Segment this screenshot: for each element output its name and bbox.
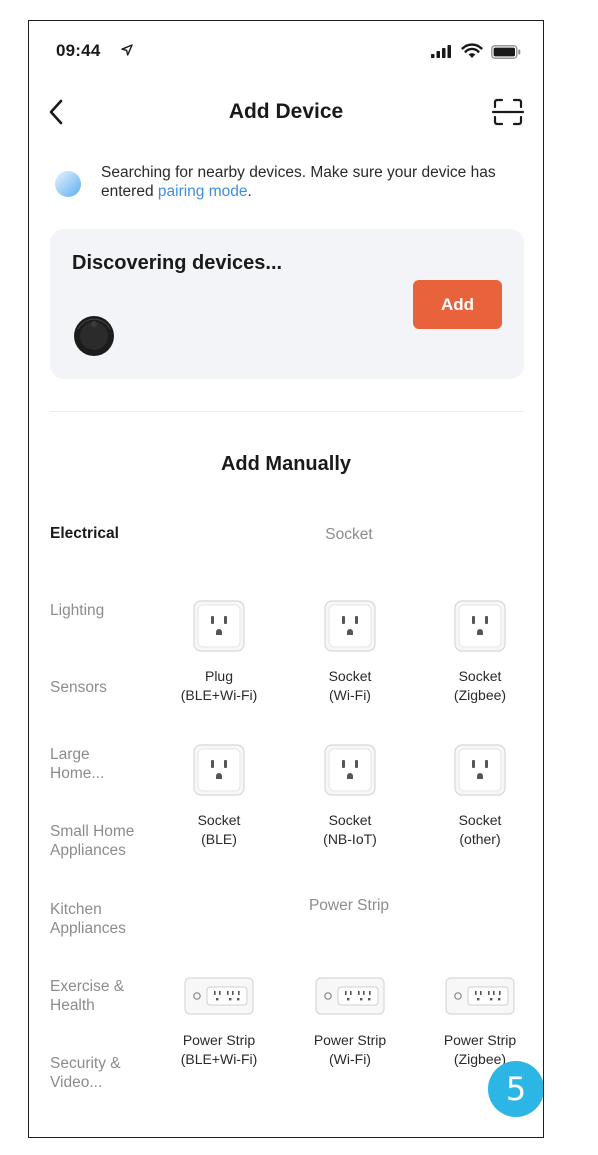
group-title-power-strip: Power Strip (308, 897, 390, 914)
power-strip-icon (315, 977, 385, 1015)
category-kitchen-appliances[interactable]: Kitchen Appliances (50, 900, 145, 938)
device-label-line2: (Wi-Fi) (329, 1051, 371, 1067)
device-power-strip-zigbee[interactable]: Power Strip (Zigbee) (420, 975, 540, 1069)
device-label-line1: Socket (458, 668, 502, 684)
device-socket-ble[interactable]: Socket (BLE) (159, 743, 279, 849)
device-socket-wifi[interactable]: Socket (Wi-Fi) (290, 599, 410, 705)
step-number-badge: 5 (488, 1061, 543, 1117)
device-label-line1: Socket (328, 668, 372, 684)
device-socket-other[interactable]: Socket (other) (420, 743, 540, 849)
location-arrow-icon (121, 44, 133, 56)
device-label-line1: Power Strip (443, 1032, 517, 1048)
discovering-card: Discovering devices... Add (50, 229, 524, 379)
device-plug-ble-wifi[interactable]: Plug (BLE+Wi-Fi) (159, 599, 279, 705)
device-label-line1: Power Strip (313, 1032, 387, 1048)
group-title-socket: Socket (325, 526, 373, 543)
category-small-home-appliances[interactable]: Small Home Appliances (50, 822, 160, 860)
device-label-line2: (Zigbee) (453, 687, 507, 703)
device-label-line2: (BLE) (201, 831, 237, 847)
device-label-line2: (other) (459, 831, 501, 847)
robot-vacuum-icon (74, 316, 114, 356)
socket-icon (193, 744, 245, 796)
device-label-line2: (Zigbee) (453, 1051, 507, 1067)
power-strip-icon (445, 977, 515, 1015)
device-label-line2: (Wi-Fi) (329, 687, 371, 703)
device-label-line1: Power Strip (182, 1032, 256, 1048)
category-electrical[interactable]: Electrical (50, 524, 160, 543)
device-power-strip-wifi[interactable]: Power Strip (Wi-Fi) (290, 975, 410, 1069)
device-label-line2: (NB-IoT) (323, 831, 377, 847)
device-socket-nb-iot[interactable]: Socket (NB-IoT) (290, 743, 410, 849)
device-label-line2: (BLE+Wi-Fi) (180, 1051, 258, 1067)
wifi-icon (461, 43, 483, 58)
socket-icon (193, 600, 245, 652)
category-exercise-health[interactable]: Exercise & Health (50, 977, 130, 1015)
phone-screen: 09:44 Add Device Searching for nearby de… (28, 20, 544, 1138)
device-label-line1: Socket (328, 812, 372, 828)
page-title: Add Device (228, 100, 344, 123)
device-label-line1: Socket (458, 812, 502, 828)
cellular-signal-icon (431, 45, 451, 58)
discovering-title: Discovering devices... (72, 252, 283, 274)
add-manually-title: Add Manually (220, 453, 351, 475)
power-strip-icon (184, 977, 254, 1015)
status-bar: 09:44 (29, 21, 543, 81)
notice-period: . (247, 183, 252, 200)
searching-notice: Searching for nearby devices. Make sure … (101, 163, 521, 201)
section-divider (50, 411, 524, 412)
socket-icon (454, 600, 506, 652)
searching-indicator-icon (55, 171, 81, 197)
category-lighting[interactable]: Lighting (50, 601, 160, 620)
device-power-strip-ble-wifi[interactable]: Power Strip (BLE+Wi-Fi) (159, 975, 279, 1069)
battery-icon (491, 45, 521, 59)
pairing-mode-link[interactable]: pairing mode (158, 183, 248, 200)
category-sensors[interactable]: Sensors (50, 678, 160, 697)
category-large-home[interactable]: Large Home... (50, 745, 130, 783)
status-time: 09:44 (56, 41, 101, 60)
scan-icon[interactable] (491, 97, 525, 127)
device-label-line1: Plug (204, 668, 234, 684)
category-security-video[interactable]: Security & Video... (50, 1054, 140, 1092)
device-label-line1: Socket (197, 812, 241, 828)
add-button[interactable]: Add (413, 280, 502, 329)
socket-icon (324, 744, 376, 796)
socket-icon (454, 744, 506, 796)
socket-icon (324, 600, 376, 652)
device-label-line2: (BLE+Wi-Fi) (180, 687, 258, 703)
device-socket-zigbee[interactable]: Socket (Zigbee) (420, 599, 540, 705)
